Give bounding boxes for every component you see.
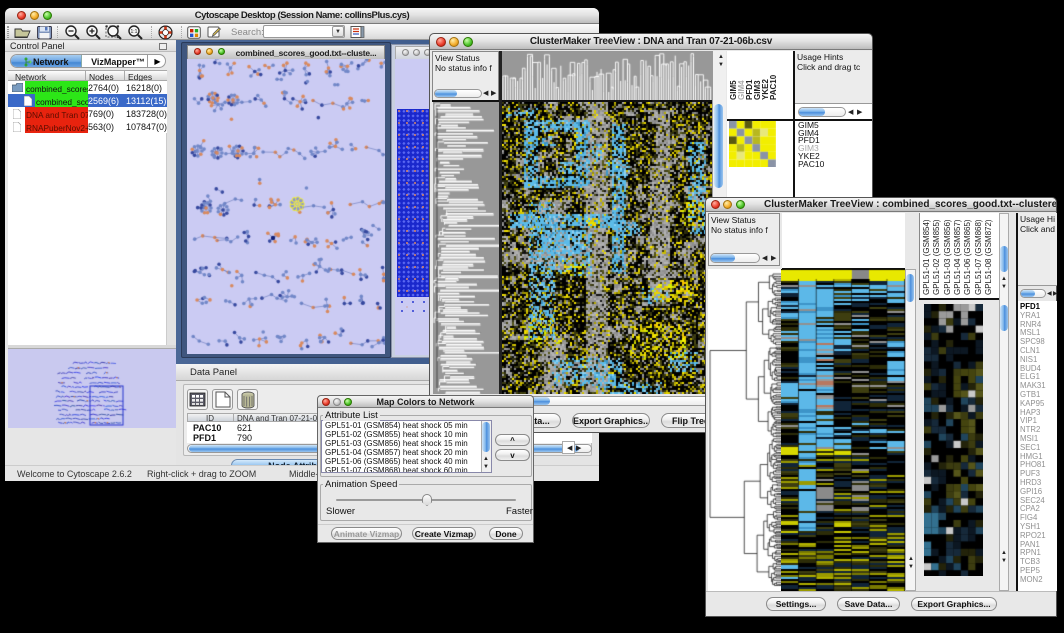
svg-text:1:1: 1:1: [131, 29, 138, 35]
